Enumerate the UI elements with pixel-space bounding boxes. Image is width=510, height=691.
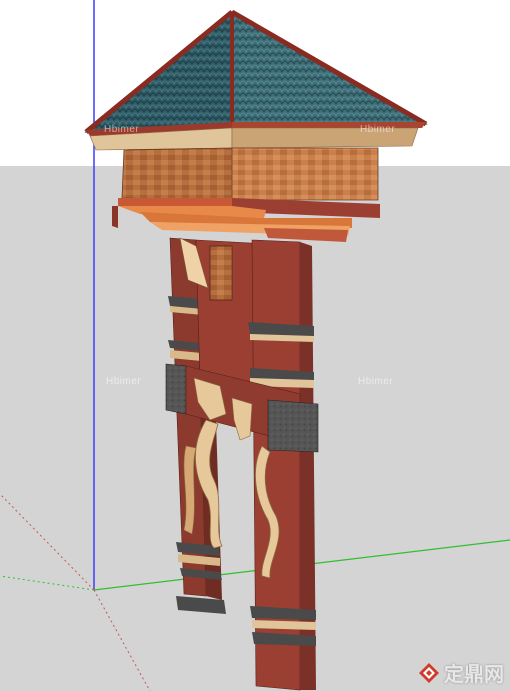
brand-text: 定鼎网: [444, 662, 504, 686]
sketchup-viewport[interactable]: Hbimer Hbimer Hbimer Hbimer 定鼎网: [0, 0, 510, 691]
cornice[interactable]: [112, 198, 380, 242]
brand-logo: 定鼎网: [418, 658, 504, 687]
model-scene[interactable]: [0, 0, 510, 691]
wooden-cabin[interactable]: [121, 147, 379, 201]
window-left: [209, 245, 233, 301]
green-axis-dotted: [0, 575, 95, 591]
brand-logo-icon: [419, 662, 439, 683]
red-axis-dotted: [93, 589, 151, 691]
roof[interactable]: [84, 9, 428, 151]
red-axis-dotted-back: [0, 493, 95, 591]
